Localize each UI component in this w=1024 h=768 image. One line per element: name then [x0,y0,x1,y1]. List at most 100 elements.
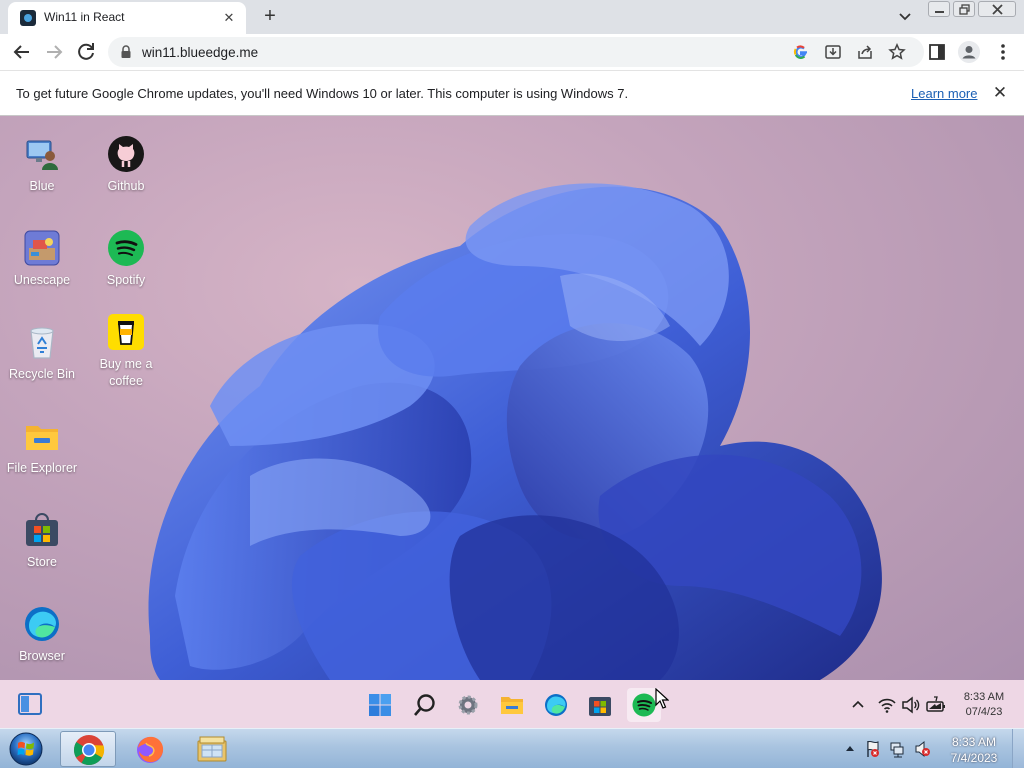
taskbar-search-button[interactable] [408,688,442,722]
desktop-icon-store[interactable]: Store [0,512,84,571]
browser-toolbar: win11.blueedge.me [0,34,1024,71]
volume-icon[interactable] [901,695,921,715]
desktop-icon-label: Unescape [13,273,71,287]
desktop-icon-browser[interactable]: Browser [0,606,84,665]
win11-favicon-icon [20,10,36,26]
widgets-icon[interactable] [18,692,42,716]
lock-icon[interactable] [120,45,132,59]
win7-clock[interactable]: 8:33 AM 7/4/2023 [944,734,1004,766]
desktop-icon-label: Blue [29,179,55,193]
address-bar[interactable]: win11.blueedge.me [108,37,924,67]
folder-icon [501,697,523,714]
battery-icon[interactable] [926,695,946,715]
chevron-up-icon[interactable] [848,695,868,715]
desktop-icon-spotify[interactable]: Spotify [84,230,168,289]
unescape-game-icon [24,230,60,266]
share-icon[interactable] [856,43,874,61]
tab-title: Win11 in React [44,10,125,24]
show-desktop-button[interactable] [1012,729,1024,768]
desktop-icon-label: Spotify [106,273,146,287]
back-arrow-icon[interactable] [10,40,34,64]
side-panel-icon[interactable] [928,43,946,61]
win11-taskbar: 8:33 AM 07/4/23 [0,680,1024,728]
store-icon [26,513,58,546]
url-text[interactable]: win11.blueedge.me [142,45,258,60]
infobar-message: To get future Google Chrome updates, you… [16,86,629,101]
browser-tab[interactable]: Win11 in React ✕ [8,2,246,34]
minimize-button[interactable] [928,1,950,17]
new-tab-button[interactable]: + [258,5,282,29]
win11-clock[interactable]: 8:33 AM 07/4/23 [952,690,1016,720]
desktop-icon-label: Buy me a coffee [99,357,153,388]
store-icon [589,697,611,716]
search-icon [414,694,435,716]
taskbar-file-explorer-button[interactable] [495,688,529,722]
learn-more-link[interactable]: Learn more [911,86,977,101]
chrome-icon [73,735,105,766]
settings-icon [458,695,478,715]
tab-strip: Win11 in React ✕ + [0,0,1024,34]
window-close-button[interactable] [978,1,1016,17]
win7-taskbar-chrome-button[interactable] [60,731,116,767]
recycle-bin-icon [30,327,54,359]
bookmark-star-icon[interactable] [888,43,906,61]
minimize-icon [935,11,944,13]
firefox-icon [137,736,164,763]
desktop-icon-label: File Explorer [6,461,78,475]
update-infobar: To get future Google Chrome updates, you… [0,71,1024,116]
taskbar-settings-button[interactable] [451,688,485,722]
win7-taskbar: 8:33 AM 7/4/2023 [0,728,1024,768]
desktop-icon-file-explorer[interactable]: File Explorer [0,418,84,477]
desktop-icon-buy-me-a-coffee[interactable]: Buy me a coffee [84,314,168,390]
restore-icon [959,4,970,15]
bloom-wallpaper [148,183,882,680]
desktop-icon-label: Recycle Bin [9,367,75,381]
win11-desktop[interactable]: Blue Github Unescape Spotify Recycle Bin… [0,116,1024,680]
computer-user-icon [26,140,58,170]
reload-icon[interactable] [74,40,98,64]
mouse-cursor-icon [655,688,669,709]
kebab-menu-icon[interactable] [994,42,1012,62]
coffee-cup-icon [108,314,144,350]
desktop-icon-label: Github [107,179,145,193]
taskbar-start-button[interactable] [363,688,397,722]
win7-taskbar-firefox-button[interactable] [122,731,178,767]
edge-icon [545,694,567,716]
spotify-icon [632,693,656,717]
win7-date: 7/4/2023 [950,751,998,765]
win7-notification-area[interactable] [842,737,942,761]
network-icon [890,742,904,758]
show-hidden-icons-icon [846,746,854,751]
restore-button[interactable] [953,1,975,17]
win11-date: 07/4/23 [965,706,1003,718]
win11-time: 8:33 AM [963,691,1005,703]
tab-close-icon[interactable]: ✕ [220,9,238,27]
desktop-icon-unescape[interactable]: Unescape [0,230,84,289]
windows-start-orb-icon[interactable] [6,730,46,768]
taskbar-store-button[interactable] [583,688,617,722]
install-app-icon[interactable] [824,43,842,61]
close-icon [992,4,1003,15]
spotify-icon [108,230,144,266]
desktop-icon-blue[interactable]: Blue [0,136,84,195]
windows-explorer-icon [197,736,227,762]
action-center-flag-icon [867,740,879,757]
forward-arrow-icon[interactable] [42,40,66,64]
win7-taskbar-explorer-button[interactable] [184,731,240,767]
edge-icon [25,607,59,641]
desktop-icon-label: Browser [19,649,65,663]
taskbar-edge-button[interactable] [539,688,573,722]
profile-avatar-icon[interactable] [958,41,980,63]
wifi-icon[interactable] [877,695,897,715]
desktop-icon-github[interactable]: Github [84,136,168,195]
start-icon [369,694,391,716]
tab-search-chevron-icon[interactable] [896,9,914,25]
desktop-icon-recycle-bin[interactable]: Recycle Bin [0,324,84,383]
google-icon[interactable] [792,43,810,61]
desktop-icon-label: Store [27,555,57,569]
win7-time: 8:33 AM [951,735,997,749]
github-icon [108,136,144,172]
infobar-close-icon[interactable]: ✕ [990,83,1010,103]
volume-muted-icon [915,740,930,758]
folder-icon [26,426,58,450]
